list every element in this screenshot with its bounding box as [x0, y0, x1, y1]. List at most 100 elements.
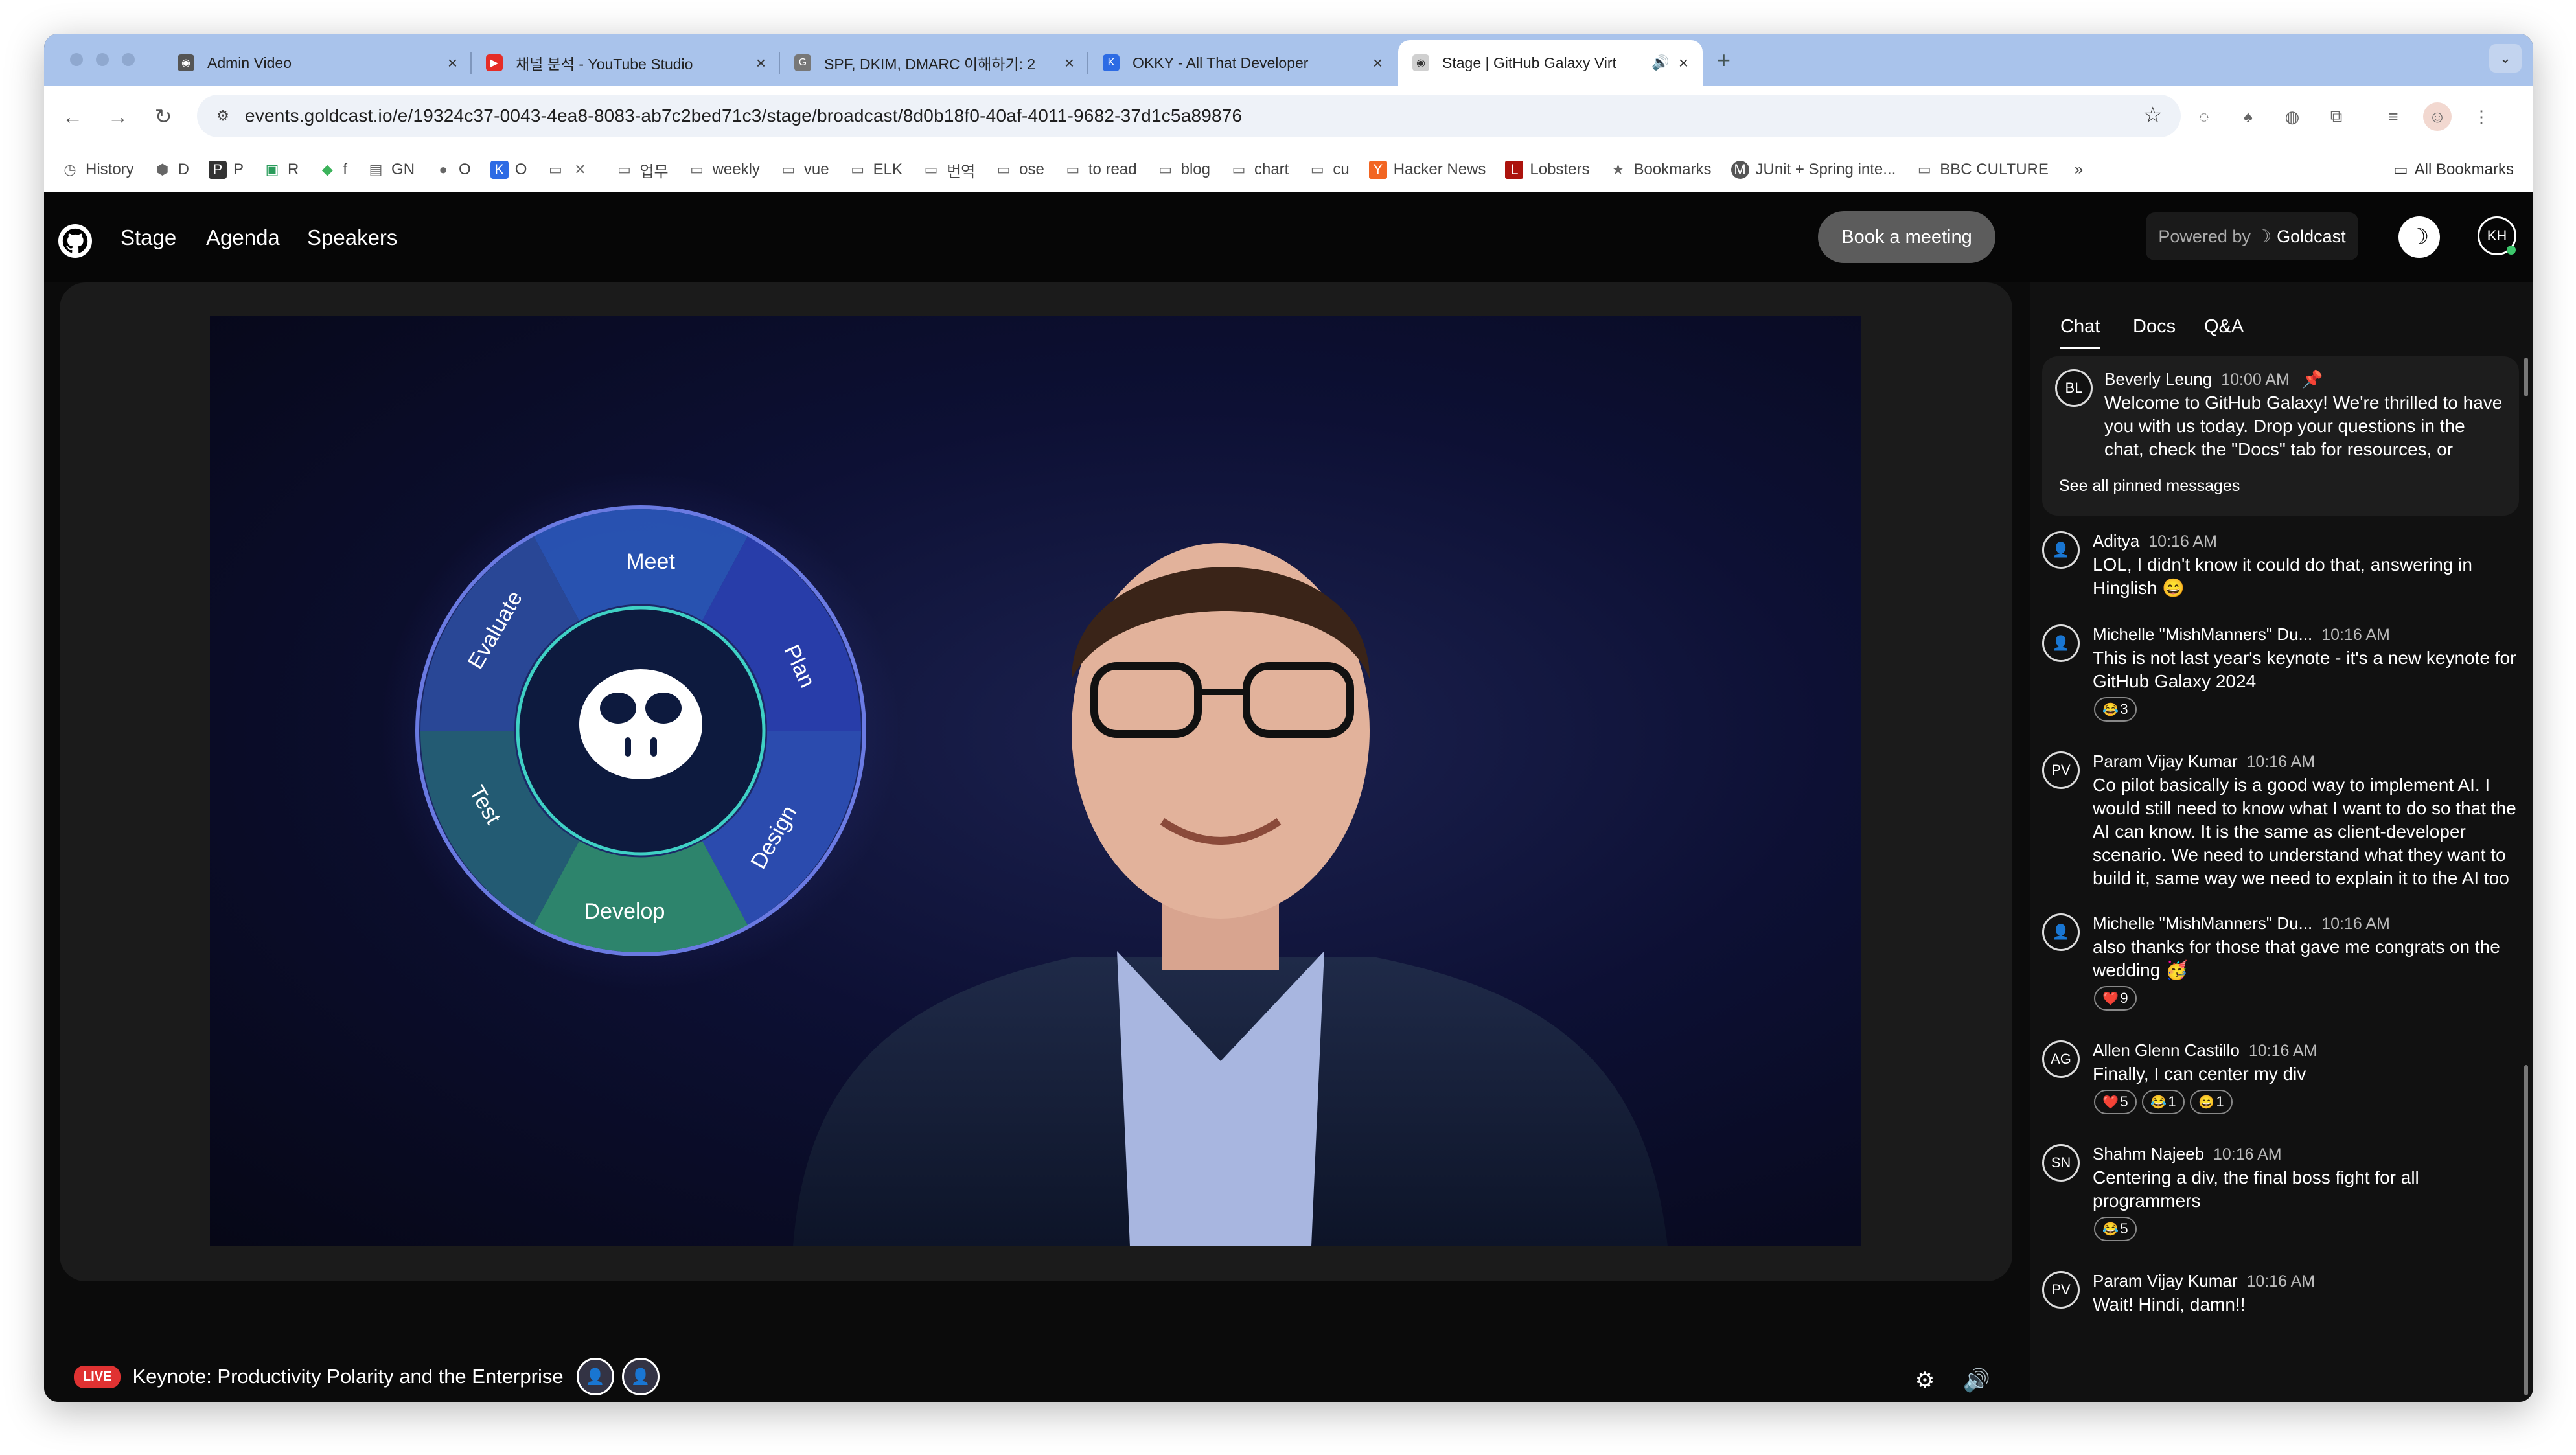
back-button[interactable]: ← — [57, 101, 88, 132]
bookmark-item[interactable]: PP — [209, 161, 244, 179]
settings-gear-icon[interactable]: ⚙ — [1910, 1366, 1940, 1395]
bookmark-folder[interactable]: ▭ blog — [1156, 161, 1210, 179]
bookmark-item[interactable]: ◆ f — [318, 161, 347, 179]
reaction-chip[interactable]: 😂 5 — [2094, 1217, 2137, 1241]
zoom-window-button[interactable] — [122, 53, 135, 66]
tab-qa[interactable]: Q&A — [2204, 316, 2244, 347]
message-text: Finally, I can center my div — [2093, 1064, 2306, 1084]
speaker-avatar[interactable]: 👤 — [621, 1358, 660, 1395]
message-time: 10:16 AM — [2148, 533, 2217, 551]
message-text: LOL, I didn't know it could do that, ans… — [2093, 555, 2472, 598]
reaction-chip[interactable]: ❤️ 9 — [2094, 986, 2137, 1011]
see-all-pinned-link[interactable]: See all pinned messages — [2059, 477, 2240, 496]
diamond-icon: ◆ — [321, 161, 333, 178]
tab-docs[interactable]: Docs — [2133, 316, 2176, 347]
extension-icon[interactable]: ◌ — [2190, 102, 2218, 131]
close-window-button[interactable] — [70, 53, 83, 66]
bookmark-folder[interactable]: ▭ ELK — [849, 161, 903, 179]
bookmark-folder[interactable]: ▭ cu — [1308, 161, 1350, 179]
author-name: Michelle "MishManners" Du... — [2093, 624, 2313, 644]
book-meeting-button[interactable]: Book a meeting — [1818, 211, 1995, 263]
site-info-icon[interactable]: ⚙ — [210, 103, 236, 129]
bookmark-item[interactable]: ⬢ D — [154, 161, 189, 179]
video-frame: Meet Plan Design Develop Test Evaluate — [382, 472, 1668, 1246]
video-player[interactable]: Meet Plan Design Develop Test Evaluate — [210, 316, 1861, 1246]
forward-button[interactable]: → — [102, 101, 133, 132]
bookmarks-bar: ◷ History ⬢ D PP ▣ R ◆ f ▤ GN ● O KO ▭ ✕ ▭ 업무 ▭ w… — [44, 148, 2533, 192]
extensions-puzzle-icon[interactable]: ⧉ — [2322, 102, 2351, 131]
bookmark-item[interactable]: L Lobsters — [1505, 161, 1589, 179]
bookmark-item[interactable]: ▤ GN — [367, 161, 415, 179]
reading-list-icon[interactable]: ≡ — [2379, 102, 2408, 131]
close-tab-icon[interactable]: × — [1373, 53, 1383, 73]
close-tab-icon[interactable]: × — [448, 53, 457, 73]
bookmark-folder[interactable]: ▭ ✕ — [546, 161, 595, 179]
bookmark-item[interactable]: M JUnit + Spring inte... — [1731, 161, 1896, 179]
bookmark-item[interactable]: Y Hacker News — [1368, 161, 1486, 179]
minimize-window-button[interactable] — [96, 53, 109, 66]
close-tab-icon[interactable]: × — [756, 53, 766, 73]
message-text: Centering a div, the final boss fight fo… — [2093, 1167, 2419, 1211]
bookmark-folder[interactable]: ▭ 번역 — [922, 159, 976, 181]
geek-news-icon: ▤ — [369, 161, 383, 178]
folder-icon: ▭ — [690, 161, 704, 178]
volume-icon[interactable]: 🔊 — [1962, 1366, 1992, 1395]
close-tab-icon[interactable]: × — [1064, 53, 1074, 73]
message-text: Welcome to GitHub Galaxy! We're thrilled… — [2104, 393, 2503, 459]
close-tab-icon[interactable]: × — [1679, 53, 1688, 73]
browser-tab[interactable]: K OKKY - All That Developer × — [1088, 40, 1397, 86]
bookmark-item[interactable]: KO — [490, 161, 527, 179]
tab-search-button[interactable]: ⌄ — [2489, 44, 2522, 73]
browser-tab[interactable]: G SPF, DKIM, DMARC 이해하기: 2 × — [780, 40, 1088, 86]
chat-scrollbar[interactable] — [2524, 1065, 2528, 1395]
reaction-chip[interactable]: 😄 1 — [2190, 1090, 2233, 1114]
github-logo-icon[interactable] — [58, 224, 92, 258]
pinned-message[interactable]: BL Beverly Leung 10:00 AM 📌 Welcome to Gi… — [2042, 356, 2519, 516]
folder-icon: ▭ — [548, 161, 562, 178]
pinned-scrollbar[interactable] — [2524, 358, 2528, 396]
bookmark-folder[interactable]: ▭ BBC CULTURE — [1915, 161, 2049, 179]
person-icon: 👤 — [2052, 635, 2070, 651]
browser-tab[interactable]: ▶ 채널 분석 - YouTube Studio × — [472, 40, 780, 86]
extension-icon[interactable]: ♠ — [2234, 102, 2262, 131]
bookmark-item[interactable]: ● O — [434, 161, 470, 179]
nav-agenda[interactable]: Agenda — [206, 225, 280, 250]
more-menu-icon[interactable]: ⋮ — [2467, 102, 2496, 131]
bookmark-folder[interactable]: ▭ 업무 — [615, 159, 669, 181]
url-text[interactable]: events.goldcast.io/e/19324c37-0043-4ea8-… — [245, 106, 1242, 126]
powered-by-goldcast[interactable]: Powered by ☽ Goldcast — [2146, 212, 2358, 260]
new-tab-button[interactable]: + — [1717, 47, 1731, 74]
browser-tab[interactable]: ◉ Admin Video × — [163, 40, 472, 86]
speaker-avatar[interactable]: 👤 — [576, 1358, 614, 1395]
reaction-chip[interactable]: 😂 3 — [2094, 697, 2137, 722]
nav-stage[interactable]: Stage — [121, 225, 176, 250]
tab-chat[interactable]: Chat — [2060, 316, 2100, 349]
okky-icon: K — [1103, 54, 1120, 71]
extension-icon[interactable]: ◍ — [2278, 102, 2306, 131]
profile-avatar-icon[interactable]: ☺ — [2423, 102, 2452, 131]
bookmark-history[interactable]: ◷ History — [61, 161, 133, 179]
reload-button[interactable]: ↻ — [148, 101, 179, 132]
bookmark-folder[interactable]: ▭ weekly — [688, 161, 760, 179]
nav-speakers[interactable]: Speakers — [307, 225, 397, 250]
more-bookmarks-chevron-icon[interactable]: » — [2075, 161, 2083, 179]
reaction-chip[interactable]: ❤️ 5 — [2094, 1090, 2137, 1114]
user-avatar[interactable]: KH — [2478, 216, 2516, 255]
bookmark-item[interactable]: ★ Bookmarks — [1609, 161, 1712, 179]
audio-playing-icon[interactable]: 🔊 — [1651, 54, 1669, 71]
bookmark-item[interactable]: ▣ R — [263, 161, 299, 179]
message-text: This is not last year's keynote - it's a… — [2093, 648, 2516, 691]
bookmark-folder[interactable]: ▭ vue — [779, 161, 829, 179]
bookmark-folder[interactable]: ▭ to read — [1064, 161, 1136, 179]
bookmark-folder[interactable]: ▭ ose — [995, 161, 1044, 179]
theme-toggle-icon[interactable]: ☽ — [2398, 216, 2440, 258]
github-icon: ◉ — [178, 54, 194, 71]
reaction-chip[interactable]: 😂 1 — [2142, 1090, 2185, 1114]
all-bookmarks[interactable]: ▭ All Bookmarks — [2393, 148, 2514, 192]
address-bar[interactable]: ⚙ events.goldcast.io/e/19324c37-0043-4ea… — [197, 95, 2181, 137]
browser-tab-active[interactable]: ◉ Stage | GitHub Galaxy Virt 🔊 × — [1398, 40, 1703, 86]
folder-icon: ▭ — [1917, 161, 1931, 178]
bookmark-folder[interactable]: ▭ chart — [1230, 161, 1289, 179]
hexagon-icon: ⬢ — [156, 161, 169, 178]
bookmark-star-icon[interactable]: ☆ — [2143, 102, 2163, 128]
